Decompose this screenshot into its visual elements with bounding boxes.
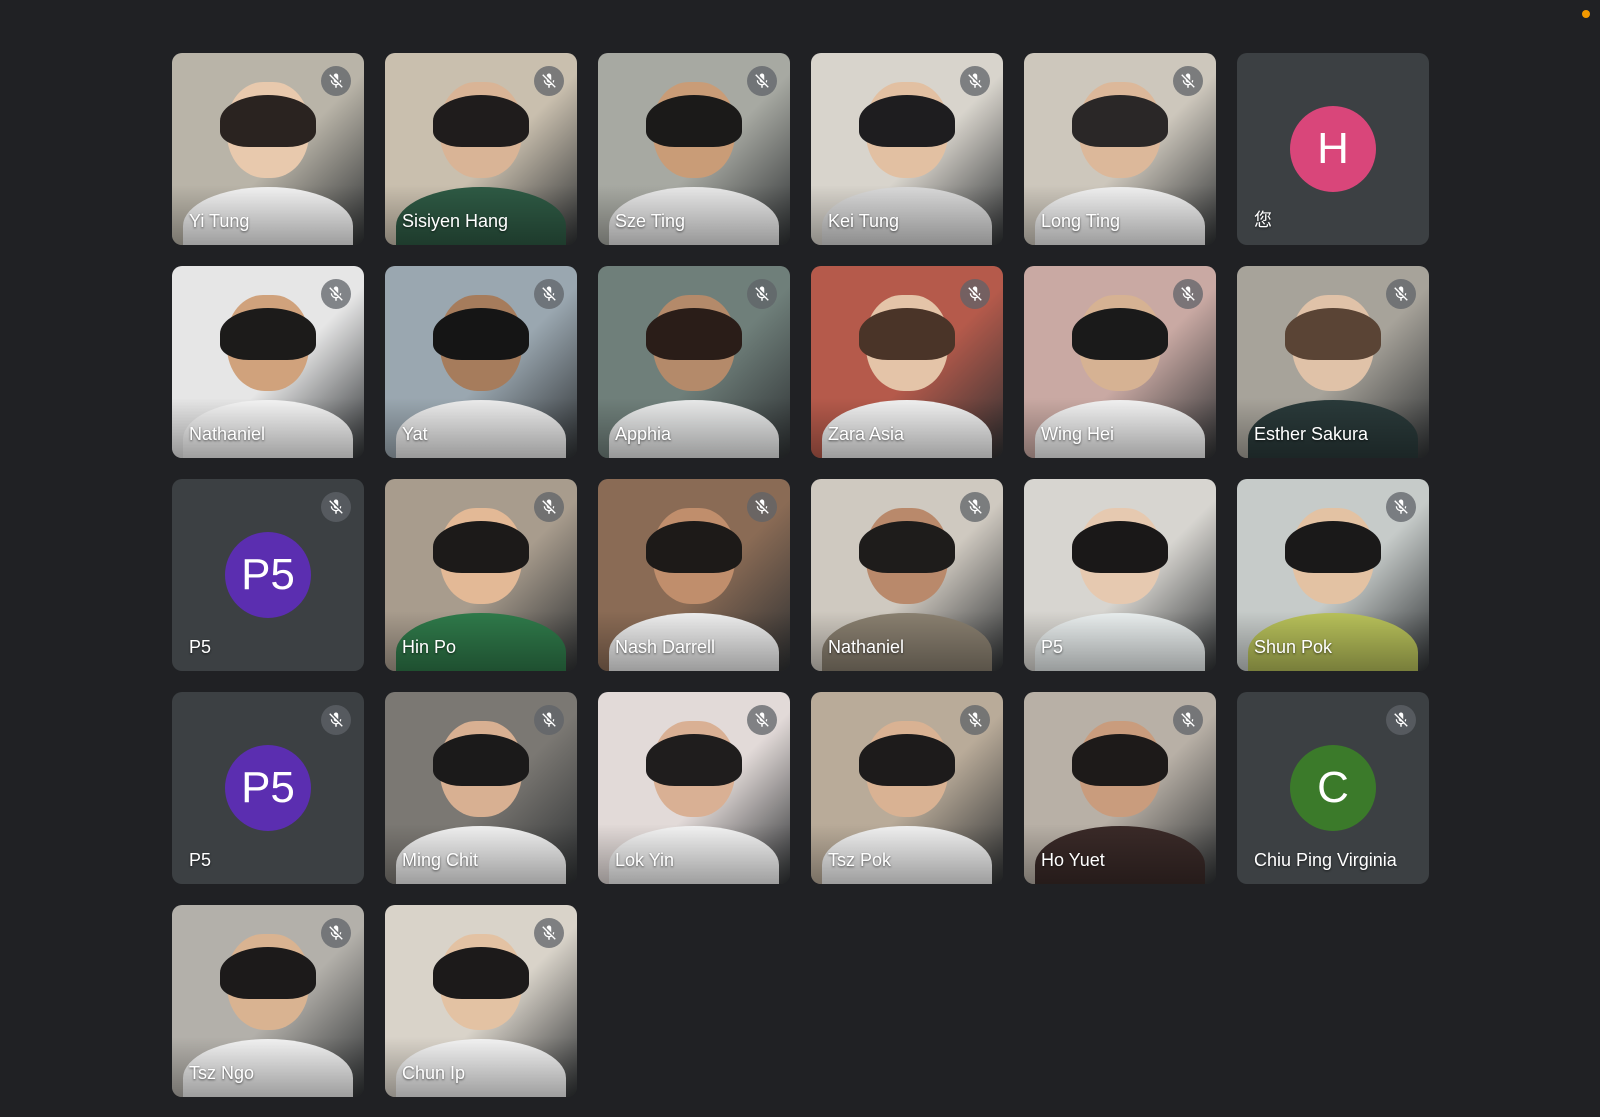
participant-tile[interactable]: Hin Po (385, 479, 577, 671)
mic-off-icon (321, 66, 351, 96)
participant-tile[interactable]: P5 (1024, 479, 1216, 671)
participant-tile[interactable]: Ho Yuet (1024, 692, 1216, 884)
participant-name: Sze Ting (615, 211, 686, 231)
participant-tile[interactable]: Tsz Pok (811, 692, 1003, 884)
participant-avatar: P5 (225, 745, 311, 831)
participant-tile[interactable]: Nathaniel (172, 266, 364, 458)
participant-tile[interactable]: Sisiyen Hang (385, 53, 577, 245)
mic-off-icon (960, 279, 990, 309)
mic-off-icon (1386, 279, 1416, 309)
participant-avatar: C (1290, 745, 1376, 831)
mic-off-icon (960, 492, 990, 522)
participant-name: Sisiyen Hang (402, 211, 509, 231)
participant-tile[interactable]: Zara Asia (811, 266, 1003, 458)
participant-tile[interactable]: P5 P5 (172, 479, 364, 671)
meeting-stage: Yi Tung Sisiyen Hang Sze Ting Kei Tung Long … (0, 0, 1600, 1117)
participant-name: Ho Yuet (1041, 850, 1105, 870)
participant-avatar: P5 (225, 532, 311, 618)
mic-off-icon (321, 705, 351, 735)
mic-off-icon (1173, 66, 1203, 96)
mic-off-icon (747, 705, 777, 735)
participant-tile[interactable]: P5 P5 (172, 692, 364, 884)
participant-tile[interactable]: Esther Sakura (1237, 266, 1429, 458)
participant-name: Yi Tung (189, 211, 250, 231)
participant-name: Zara Asia (828, 424, 905, 444)
mic-off-icon (1386, 492, 1416, 522)
participant-tile[interactable]: Yat (385, 266, 577, 458)
participant-name: Chiu Ping Virginia (1254, 850, 1397, 870)
recording-indicator (1582, 10, 1590, 18)
mic-off-icon (534, 705, 564, 735)
participant-name: Lok Yin (615, 850, 675, 870)
participant-tile[interactable]: Sze Ting (598, 53, 790, 245)
mic-off-icon (1173, 279, 1203, 309)
participant-tile[interactable]: Tsz Ngo (172, 905, 364, 1097)
mic-off-icon (960, 705, 990, 735)
mic-off-icon (534, 279, 564, 309)
mic-off-icon (321, 279, 351, 309)
participant-name: P5 (189, 637, 212, 657)
mic-off-icon (747, 279, 777, 309)
participant-tile[interactable]: Long Ting (1024, 53, 1216, 245)
mic-off-icon (747, 492, 777, 522)
participant-name: 您 (1254, 210, 1272, 230)
participant-name: Tsz Ngo (189, 1063, 255, 1083)
mic-off-icon (534, 492, 564, 522)
participant-name: P5 (189, 850, 212, 870)
participant-name: Shun Pok (1254, 637, 1333, 657)
participant-tile[interactable]: Apphia (598, 266, 790, 458)
participant-name: Chun Ip (402, 1063, 466, 1083)
participant-tile[interactable]: H您 (1237, 53, 1429, 245)
participant-name: Nathaniel (828, 637, 905, 657)
mic-off-icon (534, 918, 564, 948)
mic-off-icon (960, 66, 990, 96)
participant-name: Yat (402, 424, 428, 444)
participant-tile[interactable]: Yi Tung (172, 53, 364, 245)
participant-name: Esther Sakura (1254, 424, 1369, 444)
mic-off-icon (321, 918, 351, 948)
participant-tile[interactable]: Nash Darrell (598, 479, 790, 671)
mic-off-icon (747, 66, 777, 96)
participant-name: Hin Po (402, 637, 457, 657)
participant-tile[interactable]: Nathaniel (811, 479, 1003, 671)
participant-tile[interactable]: Ming Chit (385, 692, 577, 884)
participant-name: Ming Chit (402, 850, 479, 870)
participant-name: P5 (1041, 637, 1064, 657)
participant-tile[interactable]: Lok Yin (598, 692, 790, 884)
mic-off-icon (321, 492, 351, 522)
participant-grid: Yi Tung Sisiyen Hang Sze Ting Kei Tung Long … (172, 53, 1429, 1097)
participant-name: Apphia (615, 424, 672, 444)
participant-avatar: H (1290, 106, 1376, 192)
mic-off-icon (534, 66, 564, 96)
participant-tile[interactable]: Kei Tung (811, 53, 1003, 245)
participant-tile[interactable]: Wing Hei (1024, 266, 1216, 458)
participant-name: Nash Darrell (615, 637, 716, 657)
participant-name: Tsz Pok (828, 850, 892, 870)
participant-tile[interactable]: C Chiu Ping Virginia (1237, 692, 1429, 884)
participant-tile[interactable]: Shun Pok (1237, 479, 1429, 671)
participant-name: Kei Tung (828, 211, 900, 231)
mic-off-icon (1386, 705, 1416, 735)
participant-name: Long Ting (1041, 211, 1121, 231)
mic-off-icon (1173, 705, 1203, 735)
participant-name: Wing Hei (1041, 424, 1115, 444)
participant-tile[interactable]: Chun Ip (385, 905, 577, 1097)
participant-name: Nathaniel (189, 424, 266, 444)
